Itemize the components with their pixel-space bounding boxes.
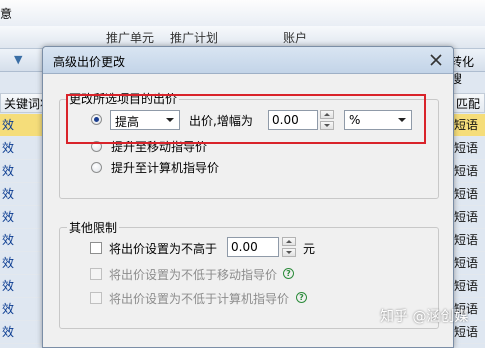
table-cell-status[interactable]: 效	[0, 321, 44, 344]
status-column: 效 效 效 效 效 效 效 效 效 效	[0, 114, 44, 344]
min-mobile-checkbox[interactable]	[90, 268, 102, 280]
table-cell-match[interactable]: 短语	[452, 183, 485, 206]
close-icon[interactable]	[427, 51, 445, 69]
table-cell-status[interactable]: 效	[0, 160, 44, 183]
max-bid-input[interactable]: 0.00	[227, 237, 279, 257]
table-cell-status[interactable]: 效	[0, 206, 44, 229]
max-bid-label[interactable]: 将出价设置为不高于	[109, 240, 217, 257]
min-computer-label: 将出价设置为不低于计算机指导价	[109, 292, 290, 306]
max-bid-checkbox[interactable]	[90, 242, 102, 254]
table-cell-match[interactable]: 短语	[452, 160, 485, 183]
table-cell-status[interactable]: 效	[0, 137, 44, 160]
table-cell-match[interactable]: 短语	[452, 252, 485, 275]
table-cell-status[interactable]: 效	[0, 252, 44, 275]
table-cell-match[interactable]: 短语	[452, 206, 485, 229]
table-cell-match[interactable]: 短语	[452, 114, 485, 137]
other-limits-legend: 其他限制	[67, 219, 120, 236]
tab-campaign[interactable]: 推广计划	[170, 29, 218, 46]
min-computer-checkbox[interactable]	[90, 292, 102, 304]
computer-guide-price-label[interactable]: 提升至计算机指导价	[111, 159, 219, 176]
tab-ad-unit[interactable]: 推广单元	[106, 29, 154, 46]
tab-account[interactable]: 账户	[283, 29, 307, 46]
table-cell-status[interactable]: 效	[0, 114, 44, 137]
top-bar-text: 意	[0, 7, 13, 21]
table-cell-match[interactable]: 短语	[452, 137, 485, 160]
column-header-status[interactable]: 关键词状态	[0, 93, 44, 113]
advanced-bid-dialog: 高级出价更改 更改所选项目的出价 提高 出价,增幅为 0.00 % 提升至移动指…	[42, 46, 454, 348]
min-mobile-label: 将出价设置为不低于移动指导价	[109, 268, 278, 282]
dialog-title-bar[interactable]: 高级出价更改	[43, 47, 453, 74]
table-cell-match[interactable]: 短语	[452, 229, 485, 252]
table-cell-status[interactable]: 效	[0, 275, 44, 298]
max-bid-value: 0.00	[231, 240, 258, 254]
table-cell-match[interactable]: 短语	[452, 275, 485, 298]
help-icon[interactable]: ?	[283, 268, 294, 279]
stepper-up-icon[interactable]	[282, 237, 296, 246]
max-bid-stepper[interactable]	[282, 237, 296, 257]
red-annotation-box	[66, 94, 426, 144]
radio-computer-guide-price[interactable]	[91, 162, 102, 173]
stepper-down-icon[interactable]	[282, 248, 296, 257]
app-top-bar: 意	[0, 0, 485, 27]
dialog-title: 高级出价更改	[53, 55, 126, 69]
help-icon[interactable]: ?	[296, 292, 307, 303]
watermark: 知乎 @涵创媒	[380, 309, 469, 325]
column-header-match[interactable]: 匹配	[452, 93, 485, 113]
max-bid-unit: 元	[303, 242, 316, 256]
table-cell-status[interactable]: 效	[0, 229, 44, 252]
toolbar-conversion-label[interactable]: 转化搜	[450, 53, 485, 87]
toolbar-arrow-icon[interactable]: ▼	[14, 53, 22, 66]
table-cell-status[interactable]: 效	[0, 298, 44, 321]
table-cell-status[interactable]: 效	[0, 183, 44, 206]
